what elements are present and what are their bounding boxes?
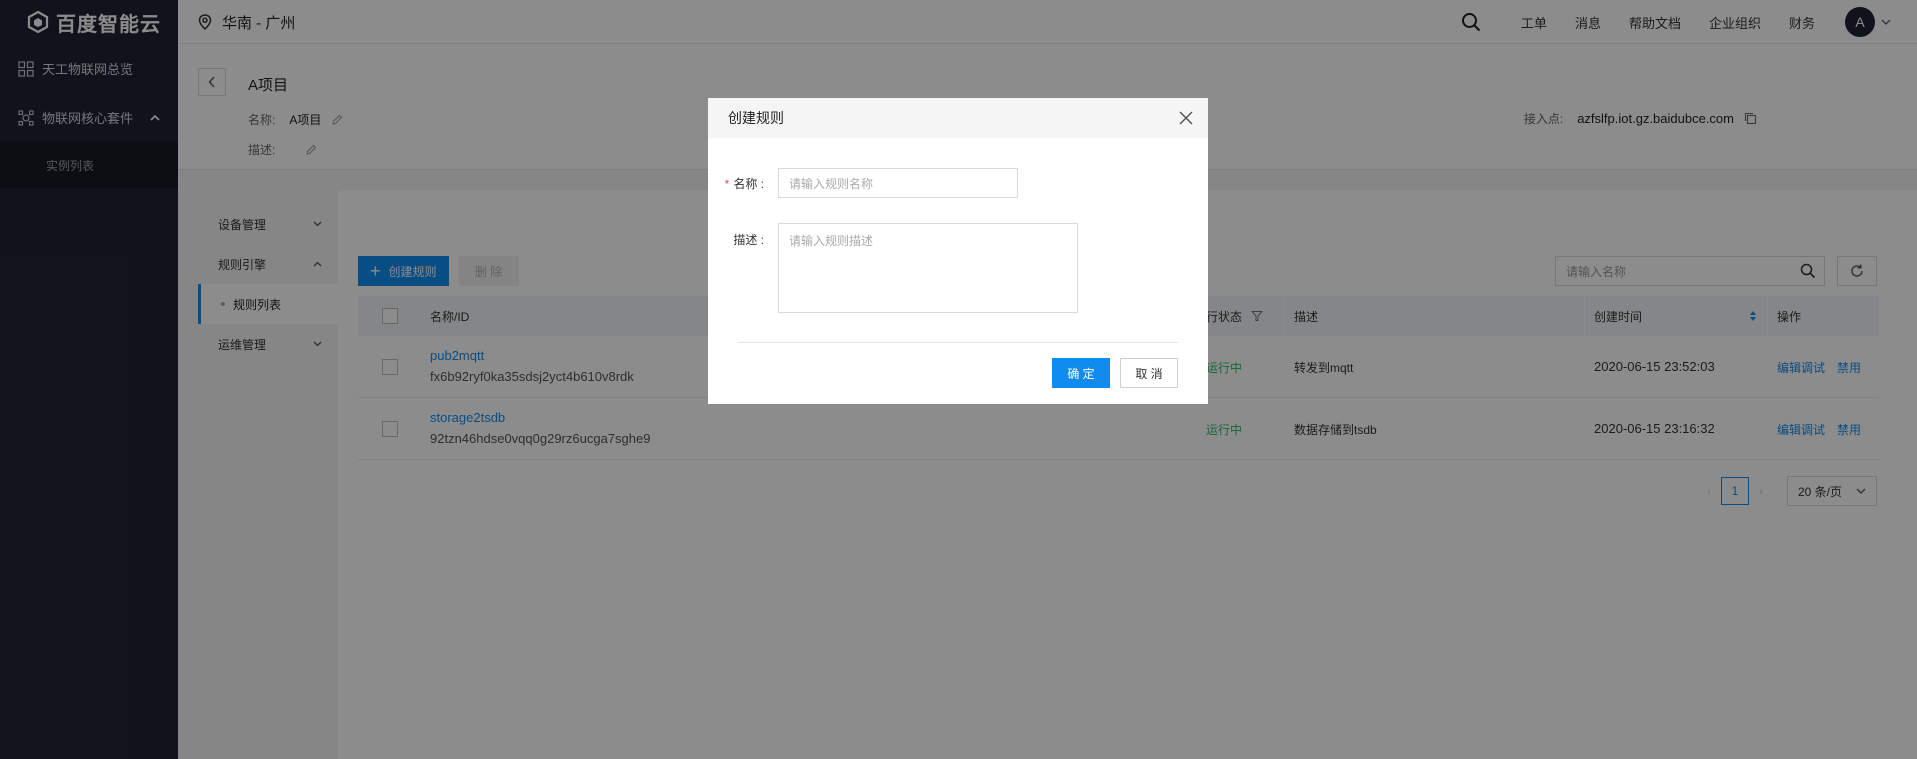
rule-name-placeholder: 请输入规则名称 (789, 176, 874, 191)
close-icon[interactable] (1176, 108, 1196, 128)
dialog-header: 创建规则 (708, 98, 1208, 138)
desc-form-row: 描述 : 请输入规则描述 (708, 223, 1078, 313)
rule-desc-label: 描述 : (733, 233, 764, 247)
cancel-button[interactable]: 取 消 (1120, 358, 1178, 388)
required-marker: * (724, 176, 730, 191)
dialog-title: 创建规则 (728, 110, 784, 126)
rule-desc-placeholder: 请输入规则描述 (789, 234, 874, 248)
rule-name-label: * 名称 : (708, 175, 778, 192)
rule-name-input[interactable]: 请输入规则名称 (778, 168, 1018, 198)
divider (738, 342, 1178, 343)
name-form-row: * 名称 : 请输入规则名称 (708, 168, 1018, 198)
rule-name-label-text: 名称 : (733, 176, 764, 191)
rule-desc-textarea[interactable]: 请输入规则描述 (778, 223, 1078, 313)
confirm-button[interactable]: 确 定 (1052, 358, 1110, 388)
create-rule-dialog: 创建规则 * 名称 : 请输入规则名称 描述 : 请输入规则描述 确 定 取 消 (708, 98, 1208, 404)
